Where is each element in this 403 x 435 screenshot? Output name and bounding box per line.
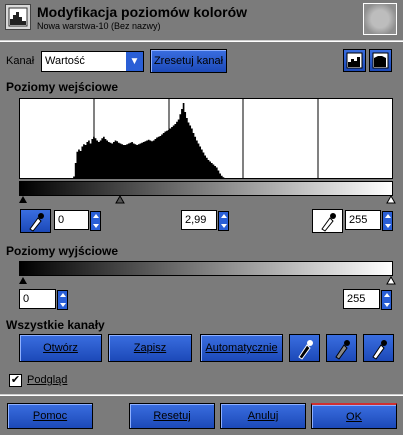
input-low-handle — [19, 196, 27, 203]
save-button-label: Zapisz — [133, 342, 167, 354]
reset-button-label: Resetuj — [153, 410, 191, 422]
dialog-subtitle: Nowa warstwa-10 (Bez nazwy) — [37, 21, 161, 31]
gray-point-picker-all[interactable] — [326, 334, 357, 362]
eyedropper-icon — [298, 340, 313, 360]
output-levels-label: Poziomy wyjściowe — [6, 244, 119, 258]
output-low-value: 0 — [23, 293, 30, 305]
channel-select-value: Wartość — [45, 55, 85, 67]
eyedropper-icon — [321, 213, 336, 232]
spinner-arrows-icon[interactable] — [57, 290, 68, 310]
white-point-picker[interactable] — [312, 209, 343, 233]
help-button[interactable]: Pomoc — [7, 403, 93, 429]
histogram-plot — [20, 99, 392, 178]
open-button[interactable]: Otwórz — [19, 334, 102, 362]
cancel-button[interactable]: Anuluj — [220, 403, 306, 429]
spinner-arrows-icon[interactable] — [381, 290, 392, 310]
reset-button[interactable]: Resetuj — [129, 403, 215, 429]
linear-histogram-icon — [346, 52, 363, 69]
output-gradient-bar — [19, 261, 393, 276]
output-high-value: 255 — [347, 293, 366, 305]
input-gamma-value: 2,99 — [185, 214, 207, 226]
logarithmic-histogram-toggle[interactable] — [369, 49, 392, 72]
separator — [0, 40, 403, 42]
input-high-handle — [386, 194, 396, 204]
preview-label[interactable]: Podgląd — [27, 374, 67, 386]
spinner-arrows-icon[interactable] — [382, 211, 393, 231]
input-high-value: 255 — [349, 214, 368, 226]
black-point-picker[interactable] — [20, 209, 51, 233]
white-point-picker-all[interactable] — [363, 334, 394, 362]
eyedropper-icon — [29, 213, 44, 232]
dialog-title: Modyfikacja poziomów kolorów — [37, 4, 248, 20]
ok-button-label: OK — [346, 411, 362, 423]
cancel-button-label: Anuluj — [247, 410, 279, 422]
reset-channel-button[interactable]: Zresetuj kanał — [150, 49, 227, 73]
auto-button-label: Automatycznie — [205, 342, 278, 354]
logarithmic-histogram-icon — [372, 52, 389, 69]
preview-checkbox[interactable]: ✔ — [9, 374, 22, 387]
ok-button[interactable]: OK — [311, 403, 397, 429]
channel-label: Kanał — [6, 55, 35, 67]
chevron-down-icon[interactable]: ▼ — [126, 52, 143, 71]
separator — [0, 394, 403, 396]
input-gamma-spinner[interactable]: 2,99 — [181, 210, 229, 231]
layer-thumbnail — [363, 3, 397, 35]
reset-channel-label: Zresetuj kanał — [153, 55, 224, 67]
spinner-arrows-icon[interactable] — [90, 211, 101, 231]
channel-select[interactable]: Wartość ▼ — [41, 51, 144, 72]
eyedropper-icon — [372, 340, 387, 360]
auto-button[interactable]: Automatycznie — [200, 334, 283, 362]
save-button[interactable]: Zapisz — [108, 334, 192, 362]
output-high-spinner[interactable]: 255 — [343, 289, 392, 310]
all-channels-label: Wszystkie kanały — [6, 318, 105, 332]
output-low-spinner[interactable]: 0 — [19, 289, 68, 310]
output-high-handle — [386, 275, 396, 285]
output-slider-handles[interactable] — [16, 275, 396, 285]
help-button-label: Pomoc — [32, 410, 68, 422]
input-gamma-handle — [115, 194, 125, 204]
output-low-handle — [19, 277, 27, 284]
histogram — [19, 98, 393, 179]
linear-histogram-toggle[interactable] — [343, 49, 366, 72]
checkmark-icon: ✔ — [10, 374, 21, 386]
input-slider-handles[interactable] — [16, 194, 396, 204]
input-high-spinner[interactable]: 255 — [345, 210, 393, 231]
levels-dialog-icon — [5, 4, 31, 30]
input-levels-label: Poziomy wejściowe — [6, 80, 119, 94]
input-low-spinner[interactable]: 0 — [54, 210, 101, 231]
open-button-label: Otwórz — [43, 342, 78, 354]
black-point-picker-all[interactable] — [289, 334, 320, 362]
input-low-value: 0 — [58, 214, 65, 226]
eyedropper-icon — [335, 340, 350, 360]
spinner-arrows-icon[interactable] — [218, 211, 229, 231]
